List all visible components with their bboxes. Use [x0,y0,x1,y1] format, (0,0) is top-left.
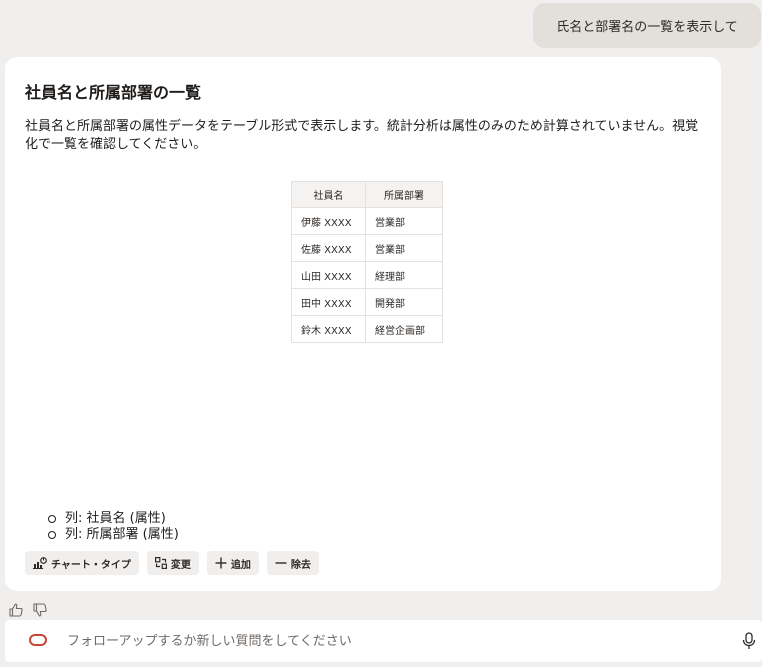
chart-type-icon [33,557,47,569]
employee-table: 社員名 所属部署 伊藤 XXXX 営業部 佐藤 XXXX 営業部 山田 XXXX… [291,181,443,343]
remove-button[interactable]: 除去 [266,551,319,575]
thumbs-up-icon[interactable] [9,603,23,617]
add-button[interactable]: 追加 [206,551,259,575]
action-toolbar: チャート・タイプ 変更 追加 除去 [25,551,319,575]
response-title: 社員名と所属部署の一覧 [25,83,202,102]
follow-up-input[interactable] [67,620,717,662]
response-card: 社員名と所属部署の一覧 社員名と所属部署の属性データをテーブル形式で表示します。… [5,57,721,591]
microphone-icon[interactable] [742,632,756,650]
remove-label: 除去 [290,559,311,571]
table-cell-name: 田中 XXXX [291,288,366,316]
table-row: 山田 XXXX 経理部 [291,261,443,289]
composer [5,620,762,662]
columns-list: 列: 社員名 (属性) 列: 所属部署 (属性) [48,511,179,543]
list-item: 列: 社員名 (属性) [48,511,179,527]
thumbs-down-icon[interactable] [33,603,47,617]
table-cell-name: 山田 XXXX [291,261,366,289]
table-cell-department: 開発部 [365,288,443,316]
table-header-name: 社員名 [291,181,366,208]
table-cell-department: 営業部 [365,207,443,235]
table-row: 鈴木 XXXX 経営企画部 [291,315,443,343]
table-cell-name: 佐藤 XXXX [291,234,366,262]
feedback-bar [9,603,47,617]
table-row: 田中 XXXX 開発部 [291,288,443,316]
table-row: 伊藤 XXXX 営業部 [291,207,443,235]
user-message-bubble: 氏名と部署名の一覧を表示して [533,3,761,48]
table-cell-name: 鈴木 XXXX [291,315,366,343]
chart-type-label: チャート・タイプ [51,559,131,571]
plus-icon [215,557,227,569]
oracle-logo-icon [29,634,47,646]
chart-type-button[interactable]: チャート・タイプ [25,551,139,575]
table-row: 佐藤 XXXX 営業部 [291,234,443,262]
minus-icon [275,562,287,564]
change-label: 変更 [170,559,191,571]
table-header-row: 社員名 所属部署 [291,181,443,208]
table-cell-department: 経理部 [365,261,443,289]
table-cell-name: 伊藤 XXXX [291,207,366,235]
change-button[interactable]: 変更 [146,551,199,575]
response-description: 社員名と所属部署の属性データをテーブル形式で表示します。統計分析は属性のみのため… [25,119,699,152]
table-cell-department: 経営企画部 [365,315,443,343]
swap-icon [154,557,167,569]
table-cell-department: 営業部 [365,234,443,262]
table-header-department: 所属部署 [365,181,443,208]
list-item: 列: 所属部署 (属性) [48,527,179,542]
add-label: 追加 [230,559,251,571]
user-message-text: 氏名と部署名の一覧を表示して [556,20,738,35]
